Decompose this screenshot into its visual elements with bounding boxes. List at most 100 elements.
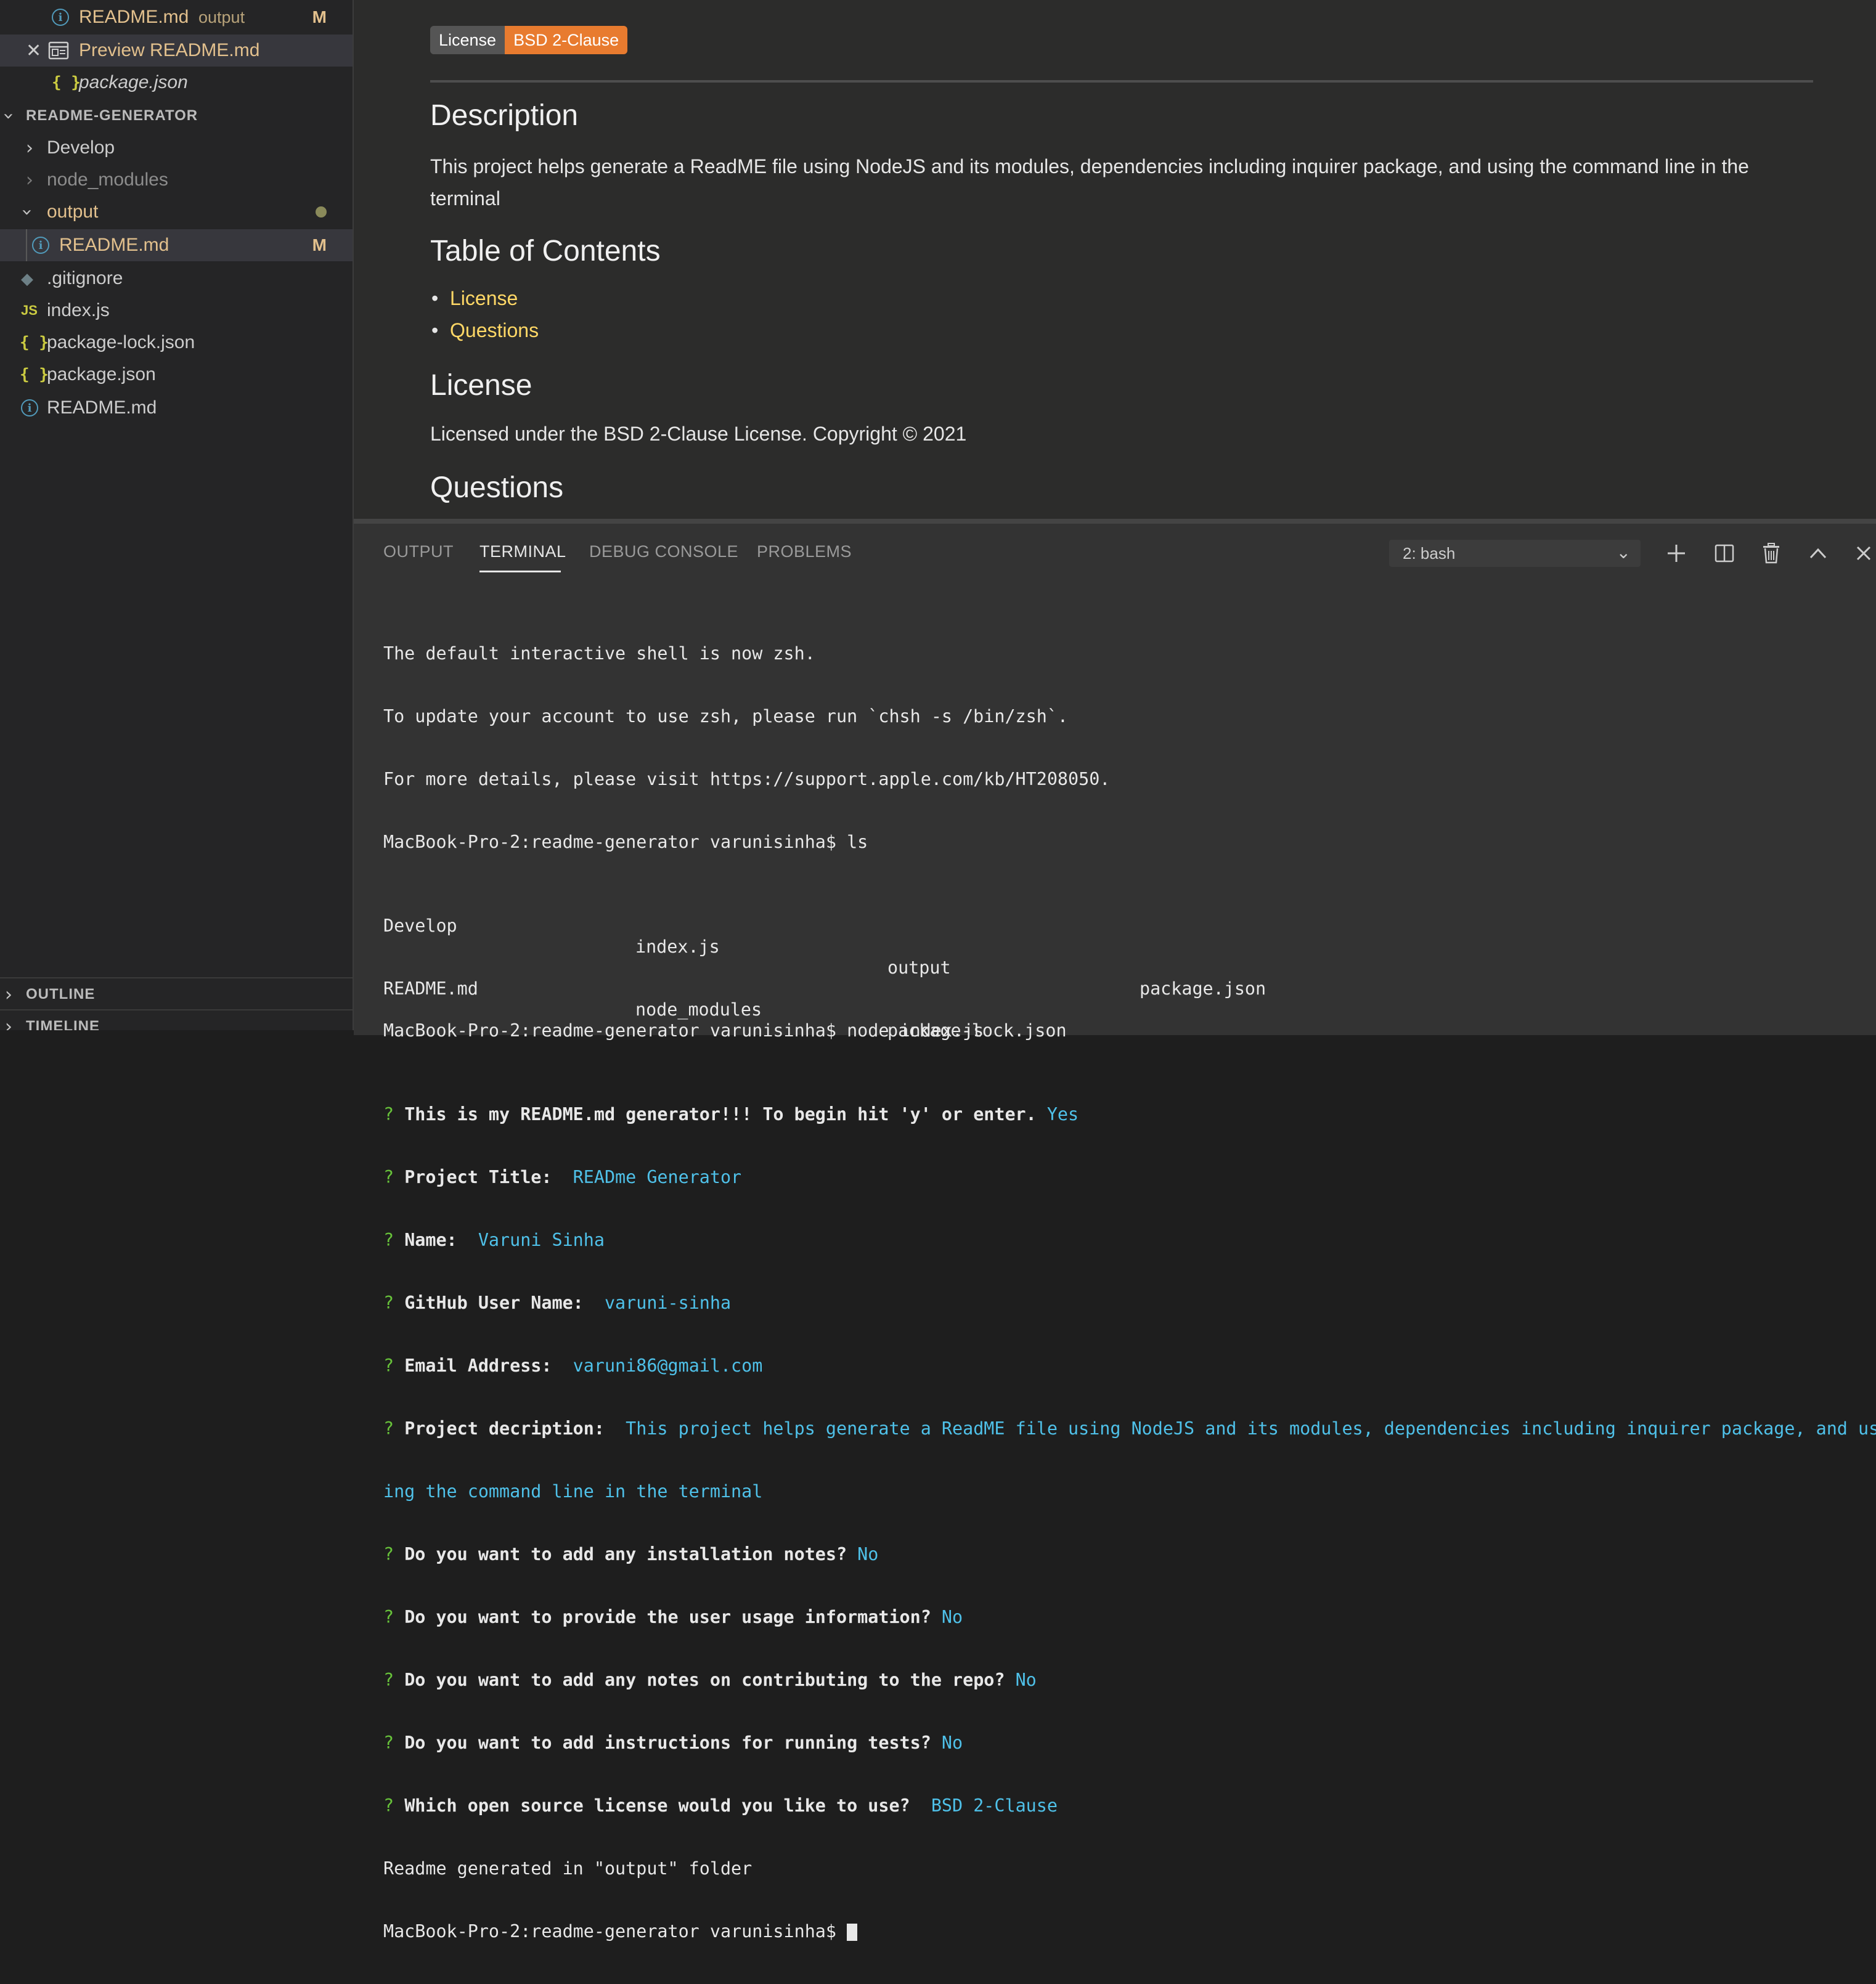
toc-link-license[interactable]: License bbox=[431, 287, 518, 310]
outline-section-header[interactable]: › OUTLINE bbox=[0, 977, 353, 1010]
tree-item-label: README.md bbox=[59, 235, 169, 255]
tab-terminal[interactable]: TERMINAL bbox=[479, 542, 566, 561]
active-tab-indicator bbox=[479, 571, 561, 572]
prompt-question: Which open source license would you like… bbox=[404, 1795, 921, 1816]
prompt-line: ? Do you want to add instructions for ru… bbox=[383, 1733, 1875, 1754]
split-terminal-icon[interactable] bbox=[1712, 541, 1737, 566]
tree-item-develop[interactable]: › Develop bbox=[0, 132, 353, 164]
close-panel-icon[interactable] bbox=[1851, 541, 1876, 566]
prompt-answer: varuni86@gmail.com bbox=[573, 1356, 763, 1376]
heading-license: License bbox=[430, 369, 532, 402]
info-icon: i bbox=[21, 399, 38, 417]
terminal-select[interactable]: 2: bash ⌄ bbox=[1389, 540, 1641, 567]
info-icon: i bbox=[52, 9, 69, 26]
tree-item-gitignore[interactable]: ◆ .gitignore bbox=[0, 262, 353, 295]
trash-icon[interactable] bbox=[1759, 541, 1784, 566]
chevron-up-icon[interactable] bbox=[1806, 541, 1830, 566]
prompt-line: ? Which open source license would you li… bbox=[383, 1795, 1875, 1816]
project-folder-header[interactable]: › README-GENERATOR bbox=[0, 100, 353, 132]
terminal-line: MacBook-Pro-2:readme-generator varunisin… bbox=[383, 832, 868, 852]
tab-debug-console[interactable]: DEBUG CONSOLE bbox=[589, 542, 738, 561]
ls-output-row: Develop index.js output package.json bbox=[383, 895, 1875, 999]
open-editor-package-json[interactable]: { } package.json bbox=[0, 67, 353, 99]
prompt-question: This is my README.md generator!!! To beg… bbox=[404, 1104, 1037, 1124]
timeline-section-header[interactable]: › TIMELINE bbox=[0, 1009, 353, 1030]
open-editor-label: Preview README.md bbox=[79, 40, 260, 60]
json-icon: { } bbox=[20, 365, 49, 384]
prompt-answer: BSD 2-Clause bbox=[931, 1795, 1058, 1816]
prompt-answer: This project helps generate a ReadME fil… bbox=[626, 1418, 1876, 1439]
prompt-question: Do you want to add instructions for runn… bbox=[404, 1733, 931, 1753]
open-editor-preview-readme[interactable]: ✕ Preview README.md bbox=[0, 35, 353, 67]
tree-item-package-json[interactable]: { } package.json bbox=[0, 359, 353, 391]
ls-entry: package.json bbox=[1140, 978, 1266, 999]
prompt-line: ? Do you want to provide the user usage … bbox=[383, 1607, 1875, 1628]
markdown-preview: License BSD 2-Clause Description This pr… bbox=[354, 0, 1876, 519]
prompt-answer: varuni-sinha bbox=[604, 1293, 732, 1313]
chevron-down-icon: ⌄ bbox=[1616, 543, 1631, 562]
tree-item-label: Develop bbox=[47, 137, 115, 158]
terminal-line: The default interactive shell is now zsh… bbox=[383, 643, 815, 664]
chevron-right-icon: › bbox=[26, 137, 33, 159]
ls-entry: README.md bbox=[383, 978, 478, 999]
explorer-sidebar: i README.md output M ✕ Preview README.md… bbox=[0, 0, 353, 1030]
heading-description: Description bbox=[430, 99, 579, 132]
prompt-marker: ? bbox=[383, 1607, 394, 1627]
prompt-marker: ? bbox=[383, 1544, 394, 1564]
json-icon: { } bbox=[20, 333, 49, 352]
ls-entry: node_modules bbox=[635, 999, 762, 1020]
prompt-line: ? Do you want to add any notes on contri… bbox=[383, 1670, 1875, 1691]
heading-table-of-contents: Table of Contents bbox=[430, 235, 661, 267]
ls-entry: index.js bbox=[635, 937, 720, 957]
chevron-down-icon: › bbox=[16, 208, 38, 216]
tree-item-label: node_modules bbox=[47, 169, 168, 190]
close-icon[interactable]: ✕ bbox=[26, 40, 41, 62]
prompt-answer: No bbox=[857, 1544, 879, 1564]
prompt-question: GitHub User Name: bbox=[404, 1293, 594, 1313]
tab-output[interactable]: OUTPUT bbox=[383, 542, 454, 561]
tab-problems[interactable]: PROBLEMS bbox=[757, 542, 852, 561]
terminal-line: For more details, please visit https://s… bbox=[383, 769, 1111, 789]
toc-link-questions[interactable]: Questions bbox=[431, 319, 539, 342]
javascript-icon: JS bbox=[21, 303, 38, 318]
tree-item-label: .gitignore bbox=[47, 268, 123, 288]
prompt-marker: ? bbox=[383, 1230, 394, 1250]
tree-item-index-js[interactable]: JS index.js bbox=[0, 295, 353, 327]
prompt-marker: ? bbox=[383, 1104, 394, 1124]
tree-item-readme[interactable]: i README.md bbox=[0, 392, 353, 424]
new-terminal-plus-icon[interactable] bbox=[1664, 541, 1689, 566]
chevron-right-icon: › bbox=[26, 169, 33, 191]
prompt-question: Do you want to provide the user usage in… bbox=[404, 1607, 931, 1627]
chevron-right-icon: › bbox=[5, 1015, 12, 1031]
tree-item-label: package-lock.json bbox=[47, 332, 195, 352]
prompt-marker: ? bbox=[383, 1795, 394, 1816]
timeline-title: TIMELINE bbox=[26, 1018, 100, 1030]
prompt-answer: No bbox=[941, 1733, 963, 1753]
horizontal-rule bbox=[430, 80, 1813, 83]
modified-badge: M bbox=[312, 7, 327, 26]
modified-dot bbox=[316, 206, 327, 218]
tree-item-label: package.json bbox=[47, 364, 156, 384]
prompt-answer: No bbox=[941, 1607, 963, 1627]
tree-item-output[interactable]: › output bbox=[0, 196, 353, 228]
shell-prompt: MacBook-Pro-2:readme-generator varunisin… bbox=[383, 1921, 847, 1941]
tree-item-output-readme[interactable]: i README.md M bbox=[0, 229, 353, 261]
modified-badge: M bbox=[312, 235, 327, 254]
prompt-line: ? Project Title: READme Generator bbox=[383, 1167, 1875, 1188]
tree-item-node-modules[interactable]: › node_modules bbox=[0, 164, 353, 196]
tree-item-label: output bbox=[47, 201, 99, 222]
prompt-question: Do you want to add any notes on contribu… bbox=[404, 1670, 1005, 1690]
prompt-question: Project Title: bbox=[404, 1167, 563, 1187]
ls-output-row: README.md node_modules package-lock.json bbox=[383, 957, 1875, 1041]
open-editor-readme-output[interactable]: i README.md output M bbox=[0, 1, 353, 33]
outline-title: OUTLINE bbox=[26, 986, 96, 1002]
open-editor-label: package.json bbox=[79, 72, 188, 92]
ls-entry: package-lock.json bbox=[887, 1020, 1067, 1041]
description-text: This project helps generate a ReadME fil… bbox=[430, 155, 1749, 209]
tree-item-package-lock[interactable]: { } package-lock.json bbox=[0, 327, 353, 359]
wrapped-answer-line: ing the command line in the terminal bbox=[383, 1481, 763, 1502]
chevron-down-icon: › bbox=[0, 112, 20, 120]
terminal-output[interactable]: The default interactive shell is now zsh… bbox=[383, 601, 1876, 1984]
preview-icon bbox=[48, 41, 69, 60]
license-badge-value: BSD 2-Clause bbox=[505, 26, 628, 54]
